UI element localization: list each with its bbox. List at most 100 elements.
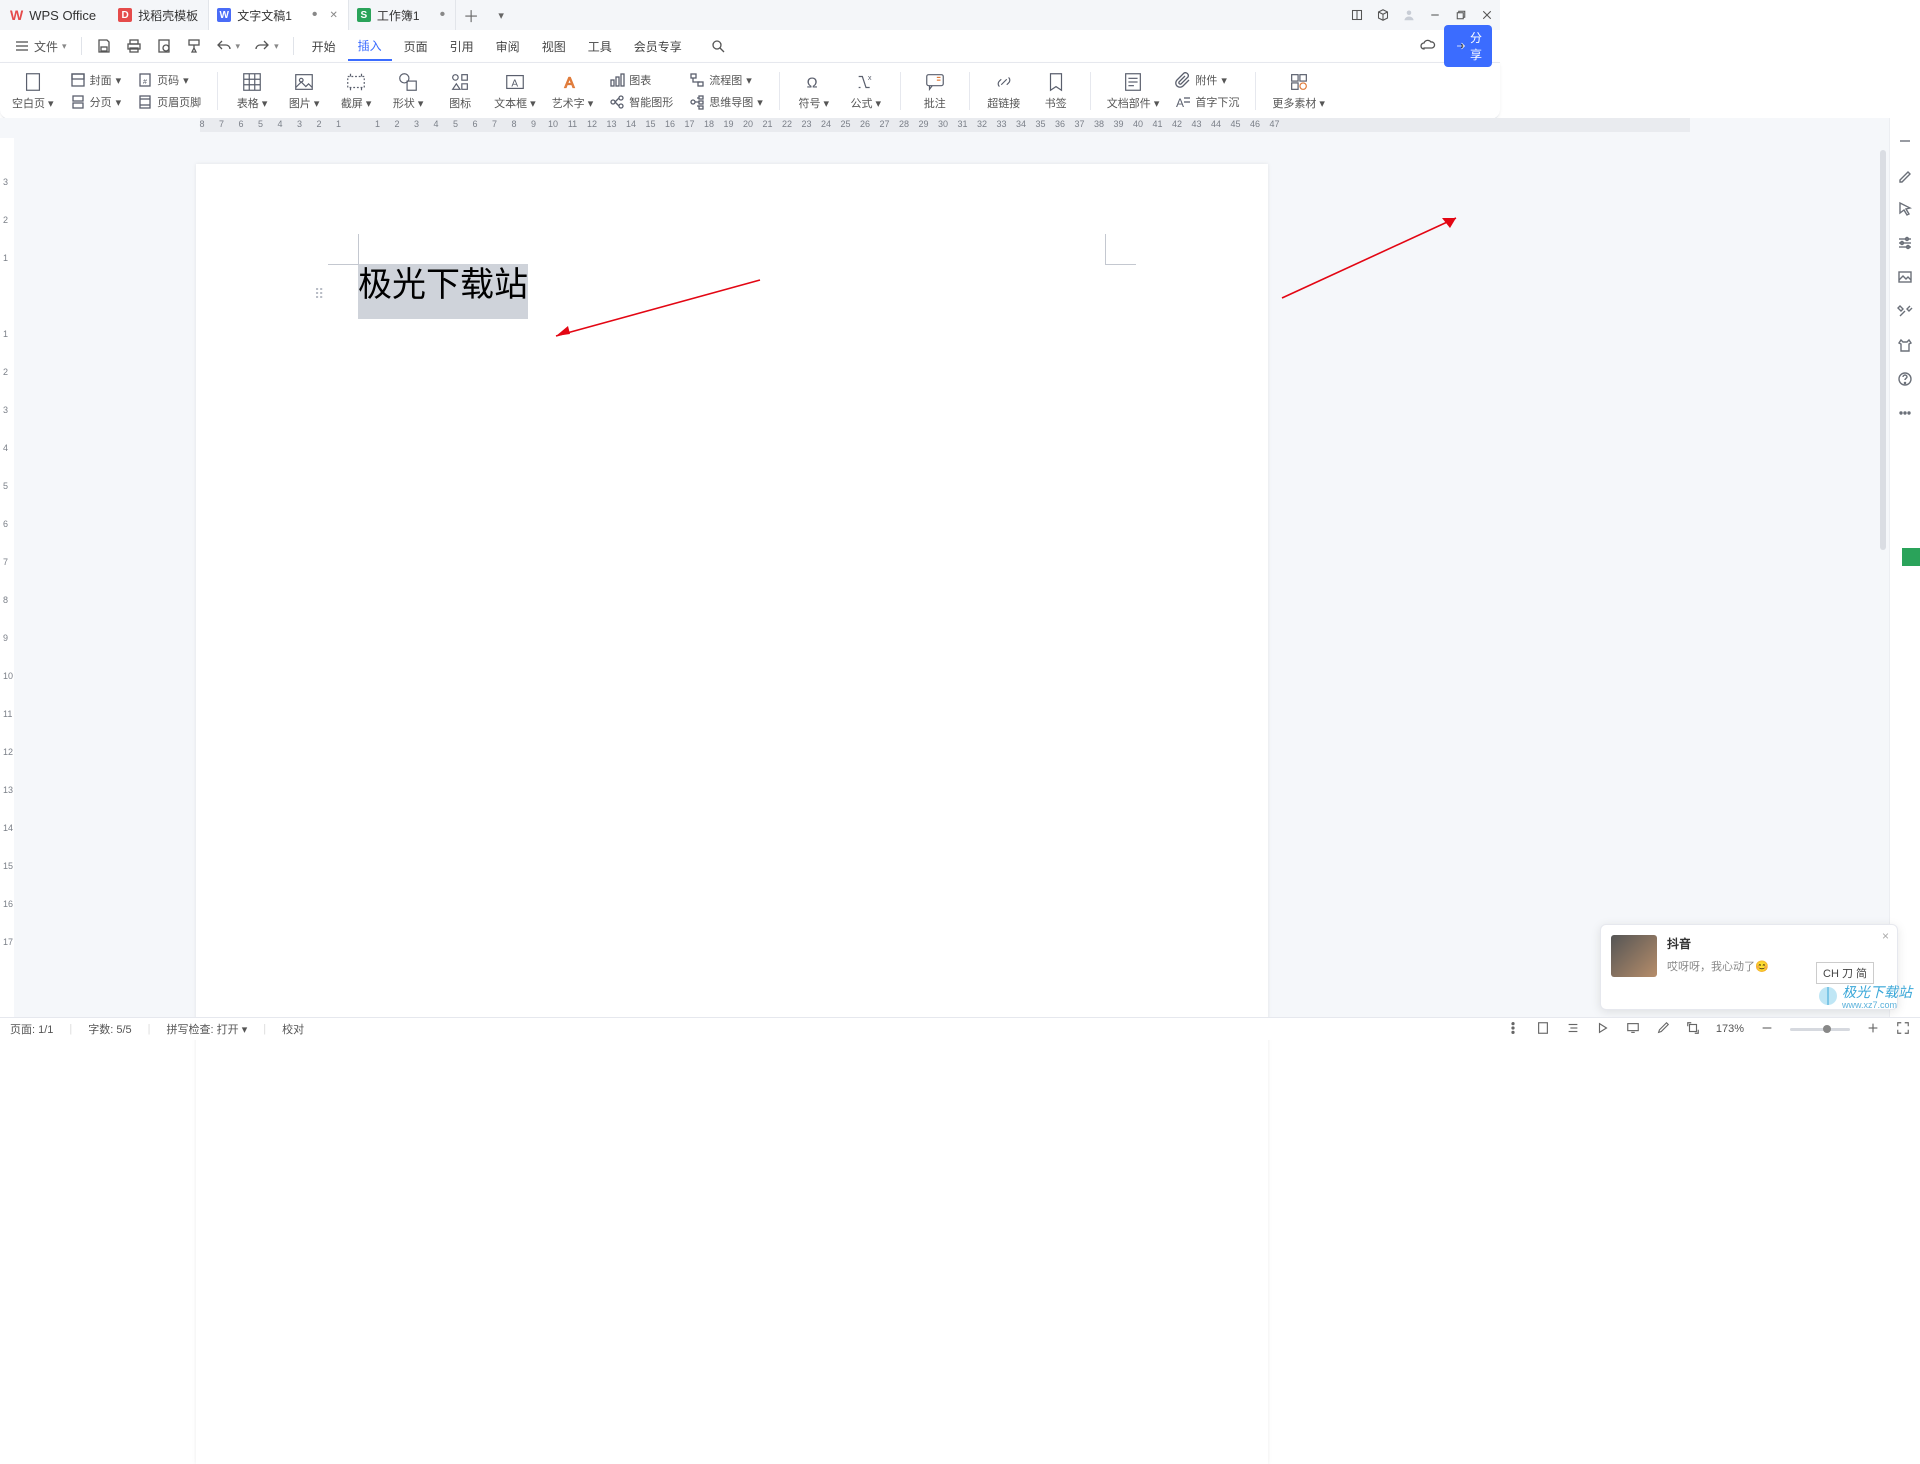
svg-text:A: A [511,79,518,90]
image-icon[interactable] [1896,268,1914,286]
symbol-button[interactable]: Ω符号 ▾ [790,69,838,113]
screenshot-button[interactable]: 截屏 ▾ [332,69,380,113]
flowchart-button[interactable]: 流程图 ▾ [683,70,769,90]
header-footer-button[interactable]: 页眉页脚 [131,92,207,112]
shapes-button[interactable]: 形状 ▾ [384,69,432,113]
view-read-icon[interactable] [1596,1021,1610,1038]
app-name: WPS Office [29,8,96,23]
blank-page-button[interactable]: 空白页 ▾ [6,69,60,113]
view-web-icon[interactable] [1626,1021,1640,1038]
zoom-level[interactable]: 173% [1716,1023,1744,1035]
cloud-sync-icon[interactable] [1414,33,1442,59]
fullscreen-icon[interactable] [1896,1021,1910,1038]
vertical-ruler[interactable]: 3211234567891011121314151617 [0,138,14,1018]
menu-tab-start[interactable]: 开始 [302,33,346,60]
page-number-button[interactable]: #页码 ▾ [131,70,207,90]
bookmark-button[interactable]: 书签 [1032,69,1080,113]
equation-button[interactable]: x公式 ▾ [842,69,890,113]
menu-tab-insert[interactable]: 插入 [348,32,392,61]
selected-text[interactable]: 极光下载站 [358,264,528,319]
hyperlink-button[interactable]: 超链接 [980,69,1028,113]
side-toolbar [1889,118,1920,1018]
print-preview-button[interactable] [150,33,178,59]
menu-tab-page[interactable]: 页面 [394,33,438,60]
textbox-button[interactable]: A文本框 ▾ [488,69,542,113]
dropcap-button[interactable]: A首字下沉 [1169,92,1245,112]
scroll-indicator [1902,548,1920,566]
icons-button[interactable]: 图标 [436,69,484,113]
comment-button[interactable]: 批注 [911,69,959,113]
more-icon[interactable] [1896,404,1914,422]
ime-indicator[interactable]: CH 刀 简 [1816,962,1874,984]
more-assets-button[interactable]: 更多素材 ▾ [1266,69,1331,113]
format-painter-button[interactable] [180,33,208,59]
panel-icon[interactable] [1344,0,1370,30]
cover-button[interactable]: 封面 ▾ [64,70,128,90]
pen-icon[interactable] [1896,166,1914,184]
tab-document[interactable]: W 文字文稿1 • ✕ [209,0,349,30]
svg-text:Ω: Ω [806,76,817,92]
ribbon-insert: 空白页 ▾ 封面 ▾ 分页 ▾ #页码 ▾ 页眉页脚 表格 ▾ 图片 ▾ 截屏 … [0,63,1500,120]
menu-tab-tools[interactable]: 工具 [578,33,622,60]
document-page[interactable]: ⠿ 极光下载站 [196,164,1268,1464]
status-page[interactable]: 页面: 1/1 [10,1021,53,1037]
status-proof[interactable]: 校对 [282,1021,304,1037]
picture-button[interactable]: 图片 ▾ [280,69,328,113]
attachment-button[interactable]: 附件 ▾ [1169,70,1245,90]
tab-list-button[interactable]: ▾ [486,0,516,30]
status-spellcheck[interactable]: 拼写检查: 打开 ▾ [167,1021,248,1037]
theme-icon[interactable] [1656,1021,1670,1038]
settings-sliders-icon[interactable] [1896,234,1914,252]
tools-icon[interactable] [1896,302,1914,320]
zoom-out-icon[interactable] [1896,132,1914,150]
shirt-icon[interactable] [1896,336,1914,354]
cursor-icon[interactable] [1896,200,1914,218]
vertical-scrollbar[interactable] [1878,132,1888,988]
cube-icon[interactable] [1370,0,1396,30]
tab-dirty-icon: • [440,6,446,24]
tab-templates[interactable]: D 找稻壳模板 [110,0,209,30]
share-button[interactable]: 分享 [1444,25,1492,67]
notification-close-icon[interactable]: × [1882,929,1889,943]
horizontal-ruler[interactable]: 8765432112345678910111213141516171819202… [16,118,1874,132]
zoom-in-button[interactable] [1866,1021,1880,1038]
zoom-slider[interactable] [1790,1028,1850,1031]
notification-title: 抖音 [1667,935,1769,952]
menu-bar: 文件▾ ▾ ▾ 开始 插入 页面 引用 审阅 视图 工具 会员专享 分享 [0,30,1500,63]
zoom-out-button[interactable] [1760,1021,1774,1038]
share-label: 分享 [1470,29,1482,63]
menu-tab-review[interactable]: 审阅 [486,33,530,60]
help-icon[interactable] [1896,370,1914,388]
doc-sheet-icon: S [357,8,371,22]
file-menu-label: 文件 [34,38,58,55]
hamburger-menu[interactable]: 文件▾ [8,33,73,60]
view-print-layout-icon[interactable] [1536,1021,1550,1038]
print-button[interactable] [120,33,148,59]
new-tab-button[interactable]: ＋ [456,0,486,30]
page-break-button[interactable]: 分页 ▾ [64,92,128,112]
menu-tab-view[interactable]: 视图 [532,33,576,60]
redo-button[interactable]: ▾ [248,33,285,59]
chart-button[interactable]: 图表 [603,70,679,90]
tab-close-icon[interactable]: ✕ [329,10,337,21]
save-button[interactable] [90,33,118,59]
workspace: 8765432112345678910111213141516171819202… [0,118,1920,1018]
mindmap-button[interactable]: 思维导图 ▾ [683,92,769,112]
tab-spreadsheet[interactable]: S 工作簿1 • [349,0,456,30]
view-menu-icon[interactable] [1506,1021,1520,1038]
status-wordcount[interactable]: 字数: 5/5 [88,1021,131,1037]
zoom-fit-icon[interactable] [1686,1021,1700,1038]
smartart-button[interactable]: 智能图形 [603,92,679,112]
annotation-arrow-icon [1278,212,1468,302]
menu-tab-member[interactable]: 会员专享 [624,33,692,60]
undo-button[interactable]: ▾ [210,33,247,59]
table-button[interactable]: 表格 ▾ [228,69,276,113]
tab-label: 文字文稿1 [237,7,292,24]
menu-tab-reference[interactable]: 引用 [440,33,484,60]
wordart-button[interactable]: A艺术字 ▾ [546,69,600,113]
user-avatar-icon[interactable] [1396,0,1422,30]
paragraph-handle-icon[interactable]: ⠿ [314,286,326,303]
view-outline-icon[interactable] [1566,1021,1580,1038]
search-button[interactable] [704,33,732,59]
document-parts-button[interactable]: 文档部件 ▾ [1101,69,1166,113]
